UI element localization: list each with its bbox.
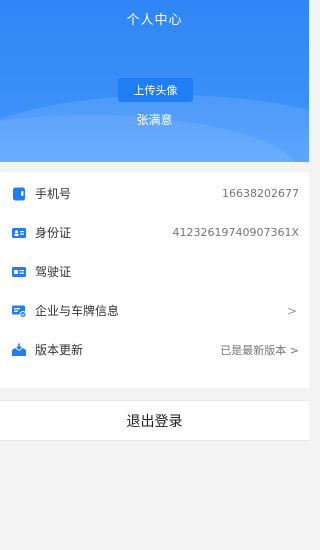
menu-item-driver-license[interactable]: 驾驶证 xyxy=(0,252,309,291)
profile-header: 个人中心 上传头像 张满意 xyxy=(0,0,309,162)
profile-menu: 手机号 16638202677 身份证 41232619740907361X 驾… xyxy=(0,172,309,388)
menu-item-version-update[interactable]: 版本更新 已是最新版本 > xyxy=(0,330,309,369)
id-card-number-value: 41232619740907361X xyxy=(172,226,299,239)
version-update-icon xyxy=(12,343,26,356)
menu-item-label: 身份证 xyxy=(35,226,72,240)
chevron-right-icon: > xyxy=(286,303,297,318)
logout-button[interactable]: 退出登录 xyxy=(0,400,309,441)
menu-item-label: 手机号 xyxy=(35,187,72,201)
company-plate-icon xyxy=(12,305,27,318)
menu-item-label: 驾驶证 xyxy=(35,265,72,279)
id-card-icon xyxy=(12,227,26,238)
phone-number-value: 16638202677 xyxy=(222,187,299,200)
menu-item-label: 版本更新 xyxy=(35,343,84,357)
menu-item-company-plate[interactable]: 企业与车牌信息 > xyxy=(0,291,309,330)
menu-item-phone[interactable]: 手机号 16638202677 xyxy=(0,174,309,213)
phone-icon xyxy=(13,187,25,200)
upload-avatar-button[interactable]: 上传头像 xyxy=(118,78,193,102)
menu-item-label: 企业与车牌信息 xyxy=(35,304,120,318)
version-status-value: 已是最新版本 > xyxy=(220,343,299,357)
user-name: 张满意 xyxy=(136,113,173,127)
page-title: 个人中心 xyxy=(126,13,183,28)
menu-item-id-card[interactable]: 身份证 41232619740907361X xyxy=(0,213,309,252)
driver-license-icon xyxy=(12,266,26,277)
